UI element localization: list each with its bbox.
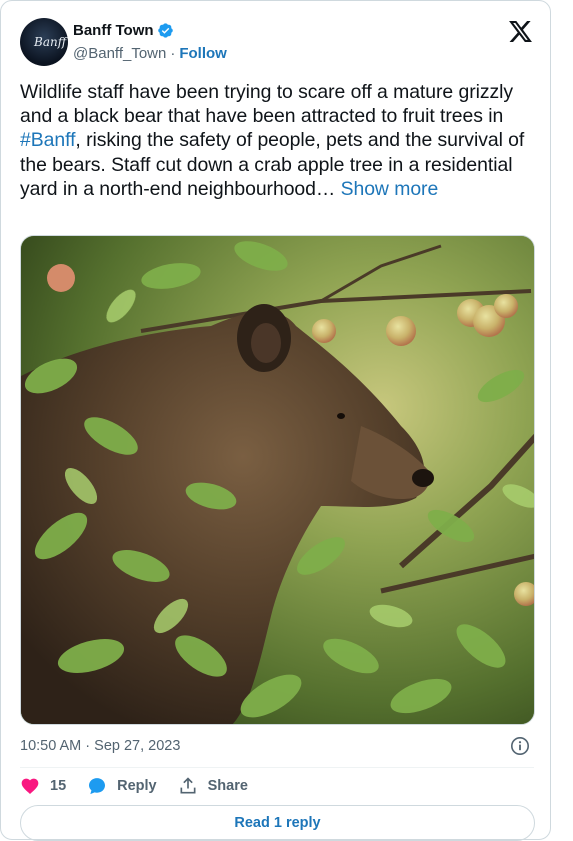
like-button[interactable]: 15 <box>20 776 66 796</box>
hashtag-link[interactable]: #Banff <box>20 129 75 151</box>
tweet-text: Wildlife staff have been trying to scare… <box>20 80 540 201</box>
grizzly-bear-photo-icon <box>21 236 534 724</box>
handle-line: @Banff_Town · Follow <box>73 45 227 62</box>
reply-bubble-icon <box>89 778 106 795</box>
tweet-text-part-1: Wildlife staff have been trying to scare… <box>20 81 514 128</box>
heart-icon <box>21 778 39 794</box>
tweet-timestamp[interactable]: 10:50 AM · Sep 27, 2023 <box>20 738 180 754</box>
reply-label: Reply <box>117 778 157 794</box>
share-button[interactable]: Share <box>178 776 248 796</box>
like-count: 15 <box>50 778 67 794</box>
info-icon[interactable] <box>510 736 530 756</box>
share-upload-icon <box>180 777 196 794</box>
x-logo-icon[interactable] <box>509 21 532 42</box>
reply-button[interactable]: Reply <box>87 776 157 796</box>
verified-badge-icon <box>157 23 173 38</box>
read-replies-button[interactable]: Read 1 reply <box>20 805 535 841</box>
share-label: Share <box>207 778 248 794</box>
avatar-logo-text: Banff <box>34 35 67 49</box>
tweet-card[interactable]: Banff Banff Town @Banff_Town · Follow Wi… <box>0 0 551 841</box>
separator-dot: · <box>170 45 176 62</box>
divider <box>20 767 534 768</box>
author-display-name[interactable]: Banff Town <box>73 22 154 39</box>
avatar[interactable]: Banff <box>20 18 68 66</box>
tweet-header: Banff Banff Town @Banff_Town · Follow <box>20 18 534 68</box>
tweet-text-part-2: , risking the safety of people, pets and… <box>20 129 525 200</box>
tweet-photo[interactable] <box>20 235 535 725</box>
action-bar: 15 Reply Share <box>20 774 269 798</box>
name-line: Banff Town <box>73 22 174 39</box>
show-more-link[interactable]: Show more <box>341 178 439 200</box>
follow-button[interactable]: Follow <box>179 45 227 62</box>
author-handle[interactable]: @Banff_Town <box>73 45 166 62</box>
